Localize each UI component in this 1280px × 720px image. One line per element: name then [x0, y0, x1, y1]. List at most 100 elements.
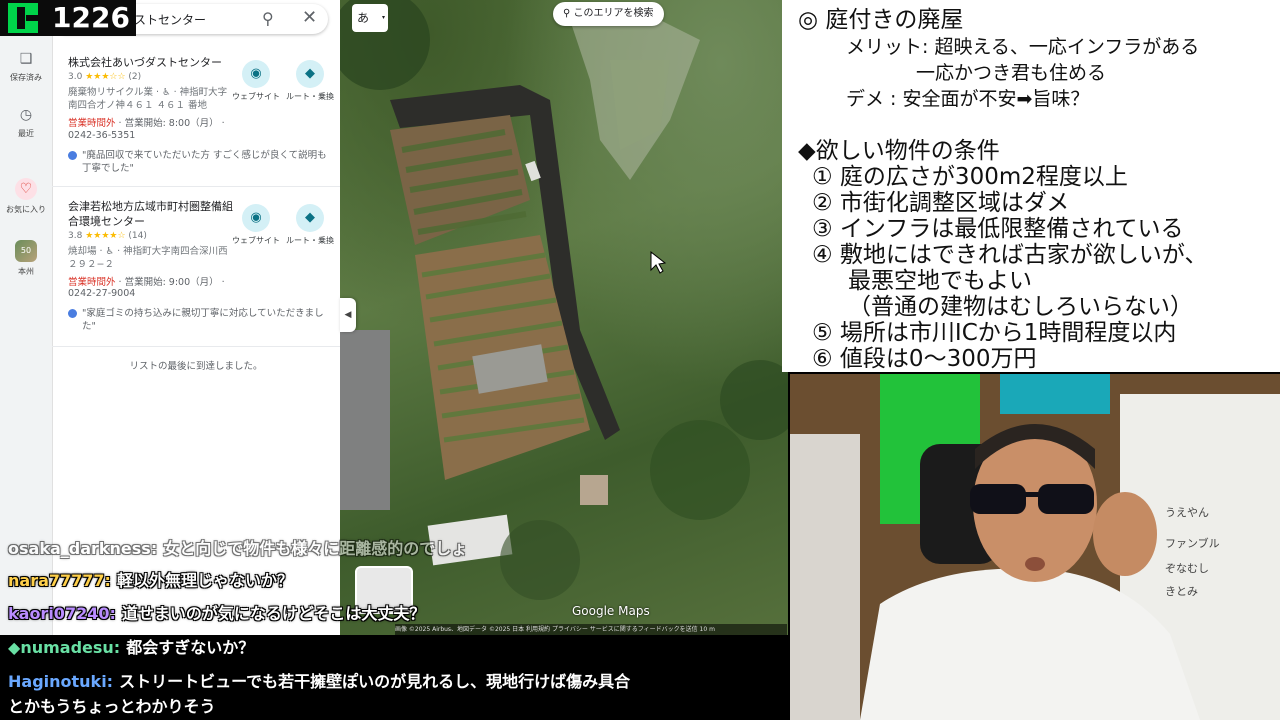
diamond-icon: ◆ — [8, 638, 21, 657]
condition-item: ④ 敷地にはできれば古家が欲しいが、 — [812, 242, 1208, 268]
sidebar-name: ファンブル — [1165, 537, 1220, 550]
chat-username: kaori07240: — [8, 604, 116, 623]
result-review-snippet: "家庭ゴミの持ち込みに親切丁寧に対応していただきました" — [68, 307, 332, 333]
merit-line-1: メリット: 超映える、一応インフラがある — [846, 36, 1200, 58]
end-of-list-message: リストの最後に到達しました。 — [129, 361, 263, 372]
stream-chat-overlay: osaka_darkness: 女と向じで物件も様々に距離感的のでしょ nara7… — [0, 535, 720, 720]
ime-label: あ — [357, 11, 370, 25]
search-result-item[interactable]: 会津若松地方広域市町村圏整備組合環境センター 3.8 ★★★★☆ (14) 焼却… — [52, 190, 340, 347]
directions-button[interactable]: ◆ ルート・乗換 — [282, 60, 338, 102]
chat-username: osaka_darkness: — [8, 539, 158, 558]
chat-message: kaori07240: 道せまいのが気になるけどそこは大丈夫？ — [8, 600, 425, 624]
result-hours: 営業時間外 · 営業開始: 8:00（月） · — [68, 115, 225, 129]
chevron-down-icon: ▾ — [381, 14, 385, 21]
result-review-snippet: "廃品回収で来ていただいた方 すごく感じが良くて説明も丁寧でした" — [68, 149, 332, 175]
chat-message: ◆numadesu: 都会すぎないか？ — [8, 634, 254, 658]
notes-panel: ◎ 庭付きの廃屋 メリット: 超映える、一応インフラがある 一応かつき君も住める… — [782, 0, 1280, 372]
chat-text: 女と向じで物件も様々に距離感的のでしょ — [163, 539, 468, 558]
viewer-count: 1226 — [52, 1, 130, 34]
condition-item: ① 庭の広さが300m2程度以上 — [812, 164, 1128, 190]
globe-icon: ◉ — [242, 60, 270, 88]
sidebar-name: うえやん — [1165, 506, 1209, 519]
chat-message-continuation: とかもうちょっとわかりそう — [8, 693, 216, 717]
website-button[interactable]: ◉ ウェブサイト — [228, 204, 284, 246]
rail-place-honshu[interactable]: 50 本州 — [0, 240, 52, 277]
rail-saved[interactable]: ❑ 保存済み — [0, 50, 52, 83]
chat-text: 軽以外無理じゃないか？ — [116, 571, 293, 590]
chat-username: nara77777: — [8, 571, 111, 590]
directions-button[interactable]: ◆ ルート・乗換 — [282, 204, 338, 246]
heart-icon: ♡ — [15, 178, 37, 200]
result-category-address: 焼却場 · ♿ · 神指町大字南四合深川西２９２−２ — [68, 246, 228, 270]
notes-heading: ◎ 庭付きの廃屋 — [798, 7, 964, 33]
merit-line-2: 一応かつき君も住める — [916, 62, 1107, 84]
chat-message: osaka_darkness: 女と向じで物件も様々に距離感的のでしょ — [8, 535, 467, 559]
condition-item: ⑤ 場所は市川ICから1時間程度以内 — [812, 320, 1177, 346]
history-icon: ◷ — [19, 107, 33, 123]
search-this-area-button[interactable]: ⚲ このエリアを検索 — [553, 2, 664, 26]
sidebar-name: きとみ — [1165, 585, 1198, 598]
chat-text: ストリートビューでも若干擁壁ぽいのが見れるし、現地行けば傷み具合 — [119, 672, 631, 691]
search-area-label: このエリアを検索 — [573, 8, 654, 19]
directions-label: ルート・乗換 — [286, 236, 334, 245]
sidebar-name: ぞなむし — [1165, 562, 1209, 575]
directions-icon: ◆ — [296, 204, 324, 232]
input-method-toggle[interactable]: あ ▾ — [352, 4, 388, 32]
result-category-address: 廃棄物リサイクル業 · ♿ · 神指町大字南四合才ノ神４６１ ４６１ 番地 — [68, 87, 228, 111]
review-count: (2) — [128, 72, 142, 82]
result-rating: 3.0 ★★★☆☆ (2) — [68, 72, 141, 82]
search-icon: ⚲ — [563, 8, 574, 19]
website-label: ウェブサイト — [232, 236, 280, 245]
collapse-panel-button[interactable]: ◀ — [340, 298, 356, 332]
webcam-feed: うえやん ファンブル ぞなむし きとみ — [790, 374, 1280, 720]
directions-label: ルート・乗換 — [286, 92, 334, 101]
result-hours: 営業時間外 · 営業開始: 9:00（月） · — [68, 274, 225, 288]
search-result-item[interactable]: 株式会社あいづダストセンター 3.0 ★★★☆☆ (2) 廃棄物リサイクル業 ·… — [52, 48, 340, 187]
result-phone: 0242-36-5351 — [68, 130, 136, 141]
website-button[interactable]: ◉ ウェブサイト — [228, 60, 284, 102]
rail-recent-label: 最近 — [18, 129, 34, 138]
close-icon[interactable]: ✕ — [302, 7, 317, 28]
search-icon[interactable]: ⚲ — [262, 9, 274, 28]
demerit-line: デメ : 安全面が不安➡旨味？ — [846, 88, 1090, 110]
search-input[interactable]: ストセンター — [134, 11, 206, 28]
result-rating: 3.8 ★★★★☆ (14) — [68, 231, 147, 241]
closed-status: 営業時間外 — [68, 277, 116, 288]
condition-item: ② 市街化調整区域はダメ — [812, 190, 1070, 216]
result-name[interactable]: 会津若松地方広域市町村圏整備組合環境センター — [68, 199, 238, 229]
result-phone: 0242-27-9004 — [68, 288, 136, 299]
stream-viewer-badge: 1226 — [0, 0, 136, 36]
condition-item-continuation: （普通の建物はむしろいらない） — [848, 294, 1193, 320]
rating-stars: ★★★☆☆ — [85, 72, 126, 82]
rail-place-label: 本州 — [18, 267, 34, 276]
condition-item-continuation: 最悪空地でもよい — [848, 268, 1032, 294]
rating-stars: ★★★★☆ — [85, 231, 126, 241]
website-label: ウェブサイト — [232, 92, 280, 101]
condition-item: ⑥ 値段は0〜300万円 — [812, 346, 1037, 372]
rail-favorites-label: お気に入り — [6, 205, 46, 214]
chat-message: nara77777: 軽以外無理じゃないか？ — [8, 567, 293, 591]
chat-text: とかもうちょっとわかりそう — [8, 697, 216, 716]
closed-status: 営業時間外 — [68, 118, 116, 129]
conditions-title: ◆欲しい物件の条件 — [798, 138, 1000, 164]
result-name[interactable]: 株式会社あいづダストセンター — [68, 55, 238, 70]
opening-time: · 営業開始: 9:00（月） · — [115, 277, 225, 288]
chat-username: Haginotuki: — [8, 672, 114, 691]
review-count: (14) — [128, 231, 147, 241]
rating-value: 3.0 — [68, 72, 83, 82]
place-thumbnail: 50 — [15, 240, 37, 262]
rail-saved-label: 保存済み — [10, 73, 42, 82]
chat-username: numadesu: — [20, 638, 121, 657]
condition-item: ③ インフラは最低限整備されている — [812, 216, 1184, 242]
chat-text: 都会すぎないか？ — [126, 638, 255, 657]
rail-favorites[interactable]: ♡ お気に入り — [0, 178, 52, 215]
opening-time: · 営業開始: 8:00（月） · — [115, 118, 225, 129]
rating-value: 3.8 — [68, 231, 83, 241]
directions-icon: ◆ — [296, 60, 324, 88]
globe-icon: ◉ — [242, 204, 270, 232]
chat-message: Haginotuki: ストリートビューでも若干擁壁ぽいのが見れるし、現地行けば傷… — [8, 668, 630, 692]
chat-text: 道せまいのが気になるけどそこは大丈夫？ — [121, 604, 426, 623]
rail-recent[interactable]: ◷ 最近 — [0, 106, 52, 139]
bookmark-icon: ❑ — [19, 51, 33, 67]
kick-logo-icon — [8, 3, 38, 33]
